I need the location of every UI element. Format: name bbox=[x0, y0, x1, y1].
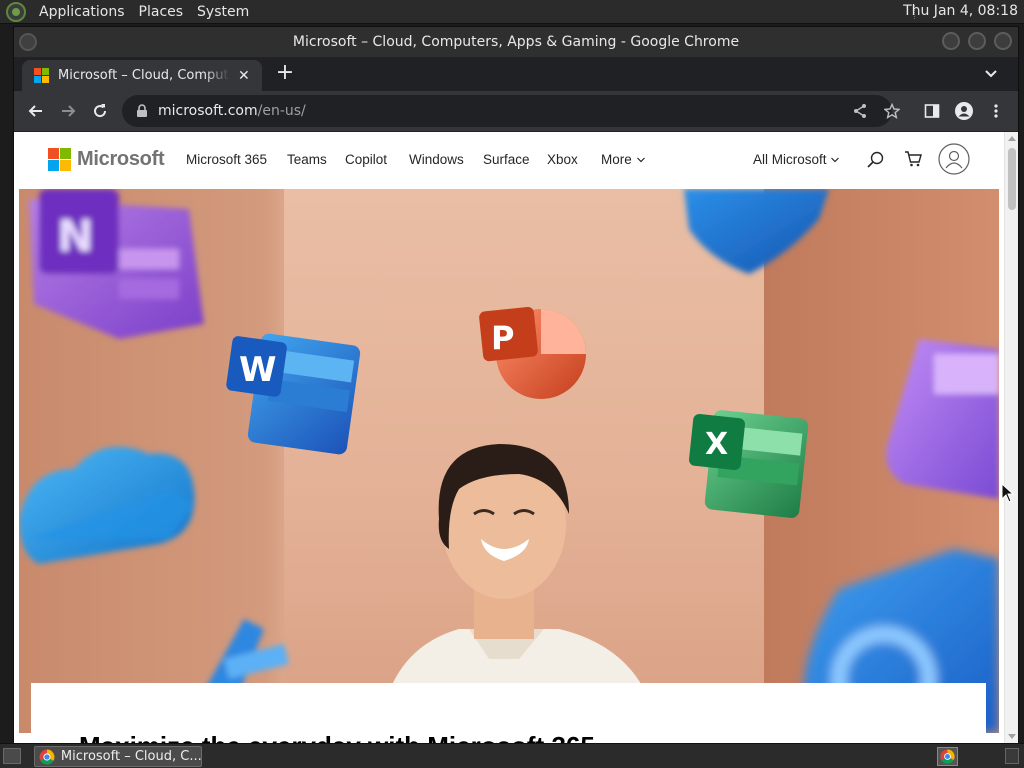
forward-button[interactable] bbox=[52, 95, 84, 127]
microsoft-logo-icon bbox=[48, 148, 71, 171]
new-tab-button[interactable]: + bbox=[272, 61, 298, 87]
url-text: microsoft.com/en-us/ bbox=[158, 103, 306, 119]
show-desktop-button[interactable] bbox=[3, 748, 21, 764]
tab-search-chevron-icon[interactable] bbox=[982, 65, 1000, 83]
account-avatar-icon[interactable] bbox=[938, 143, 970, 175]
word-app-icon: W bbox=[226, 333, 361, 455]
powerpoint-app-icon: P bbox=[479, 306, 586, 399]
share-button[interactable] bbox=[844, 95, 876, 127]
top-panel: Applications Places System Thu Jan 4, 08… bbox=[0, 0, 1024, 24]
workspace-switcher[interactable] bbox=[1005, 748, 1019, 764]
nav-more[interactable]: More bbox=[601, 152, 646, 167]
stream-app-icon bbox=[886, 339, 999, 499]
scroll-down-arrow-icon[interactable] bbox=[1008, 734, 1016, 739]
profile-button[interactable] bbox=[948, 95, 980, 127]
nav-teams[interactable]: Teams bbox=[287, 152, 327, 167]
nav-more-label: More bbox=[601, 152, 632, 167]
chevron-down-icon bbox=[831, 157, 840, 163]
hero-banner[interactable]: N W P X bbox=[19, 189, 999, 733]
taskbar-task-title: Microsoft – Cloud, C... bbox=[60, 749, 201, 764]
window-titlebar[interactable]: Microsoft – Cloud, Computers, Apps & Gam… bbox=[14, 27, 1018, 57]
kebab-menu-icon bbox=[994, 104, 998, 118]
nav-copilot[interactable]: Copilot bbox=[345, 152, 387, 167]
maximize-button[interactable] bbox=[968, 32, 986, 50]
chevron-down-icon bbox=[636, 157, 645, 163]
page-scrollbar[interactable] bbox=[1004, 132, 1018, 743]
window-title: Microsoft – Cloud, Computers, Apps & Gam… bbox=[292, 34, 740, 50]
page-viewport[interactable]: Microsoft Microsoft 365 Teams Copilot Wi… bbox=[14, 132, 1018, 743]
nav-surface[interactable]: Surface bbox=[483, 152, 530, 167]
tab-microsoft[interactable]: Microsoft – Cloud, Computers, Apps & Gam… bbox=[22, 60, 262, 91]
forward-arrow-icon bbox=[62, 105, 76, 117]
microsoft-favicon-icon bbox=[34, 67, 50, 84]
applications-menu[interactable]: Applications bbox=[32, 4, 132, 20]
taskbar-chrome-window[interactable]: Microsoft – Cloud, C... bbox=[34, 746, 202, 767]
tray-chrome-launcher[interactable] bbox=[937, 747, 958, 766]
svg-text:N: N bbox=[57, 211, 94, 262]
microsoft-logo[interactable]: Microsoft bbox=[48, 148, 165, 171]
share-icon bbox=[854, 104, 866, 118]
chrome-window: Microsoft – Cloud, Computers, Apps & Gam… bbox=[13, 26, 1019, 743]
reload-button[interactable] bbox=[84, 95, 116, 127]
cart-icon[interactable] bbox=[903, 149, 923, 169]
tab-strip: Microsoft – Cloud, Computers, Apps & Gam… bbox=[14, 57, 1018, 91]
panel-clock[interactable]: Thu Jan 4, 08:18 bbox=[903, 3, 1018, 19]
nav-all-microsoft[interactable]: All Microsoft bbox=[753, 152, 840, 167]
nav-microsoft-365[interactable]: Microsoft 365 bbox=[186, 152, 267, 167]
chrome-menu-button[interactable] bbox=[980, 95, 1012, 127]
system-logo-icon[interactable] bbox=[6, 1, 26, 22]
address-bar[interactable]: microsoft.com/en-us/ bbox=[122, 95, 892, 127]
hero-headline: Maximize the everyday with Microsoft 365 bbox=[79, 731, 595, 743]
onenote-app-icon: N bbox=[29, 189, 204, 339]
close-window-button[interactable] bbox=[994, 32, 1012, 50]
back-arrow-icon bbox=[28, 105, 42, 117]
nav-xbox[interactable]: Xbox bbox=[547, 152, 578, 167]
microsoft-wordmark: Microsoft bbox=[77, 148, 165, 170]
bottom-taskbar: Microsoft – Cloud, C... bbox=[0, 743, 1024, 768]
bookmark-button[interactable] bbox=[876, 95, 908, 127]
chrome-tray-icon bbox=[940, 749, 955, 764]
defender-app-icon bbox=[684, 189, 829, 274]
reload-icon bbox=[94, 104, 107, 118]
window-controls bbox=[942, 32, 1012, 50]
lock-icon[interactable] bbox=[136, 104, 148, 118]
window-menu-button[interactable] bbox=[19, 33, 37, 51]
side-panel-button[interactable] bbox=[916, 95, 948, 127]
svg-text:W: W bbox=[239, 350, 277, 390]
nav-windows[interactable]: Windows bbox=[409, 152, 464, 167]
scroll-up-arrow-icon[interactable] bbox=[1008, 136, 1016, 141]
onedrive-app-icon bbox=[19, 446, 195, 564]
browser-toolbar: microsoft.com/en-us/ bbox=[14, 91, 1018, 131]
back-button[interactable] bbox=[20, 95, 52, 127]
side-panel-icon bbox=[924, 104, 940, 118]
minimize-button[interactable] bbox=[942, 32, 960, 50]
star-icon bbox=[884, 103, 900, 119]
profile-avatar-icon bbox=[955, 102, 973, 120]
scrollbar-thumb[interactable] bbox=[1008, 148, 1016, 210]
excel-app-icon: X bbox=[689, 410, 809, 518]
svg-text:X: X bbox=[705, 427, 728, 462]
svg-text:P: P bbox=[491, 319, 514, 357]
system-menu[interactable]: System bbox=[190, 4, 256, 20]
all-microsoft-label: All Microsoft bbox=[753, 152, 827, 167]
tab-close-icon[interactable]: ✕ bbox=[238, 68, 250, 84]
mouse-cursor-icon bbox=[1001, 483, 1015, 503]
microsoft-header: Microsoft Microsoft 365 Teams Copilot Wi… bbox=[14, 132, 1004, 188]
hero-content-card: Maximize the everyday with Microsoft 365 bbox=[31, 683, 986, 743]
search-icon[interactable] bbox=[865, 150, 885, 170]
chrome-icon bbox=[39, 749, 55, 764]
places-menu[interactable]: Places bbox=[132, 4, 191, 20]
tab-title: Microsoft – Cloud, Computers, Apps & Gam… bbox=[58, 68, 230, 83]
hero-illustration: N W P X bbox=[19, 189, 999, 733]
